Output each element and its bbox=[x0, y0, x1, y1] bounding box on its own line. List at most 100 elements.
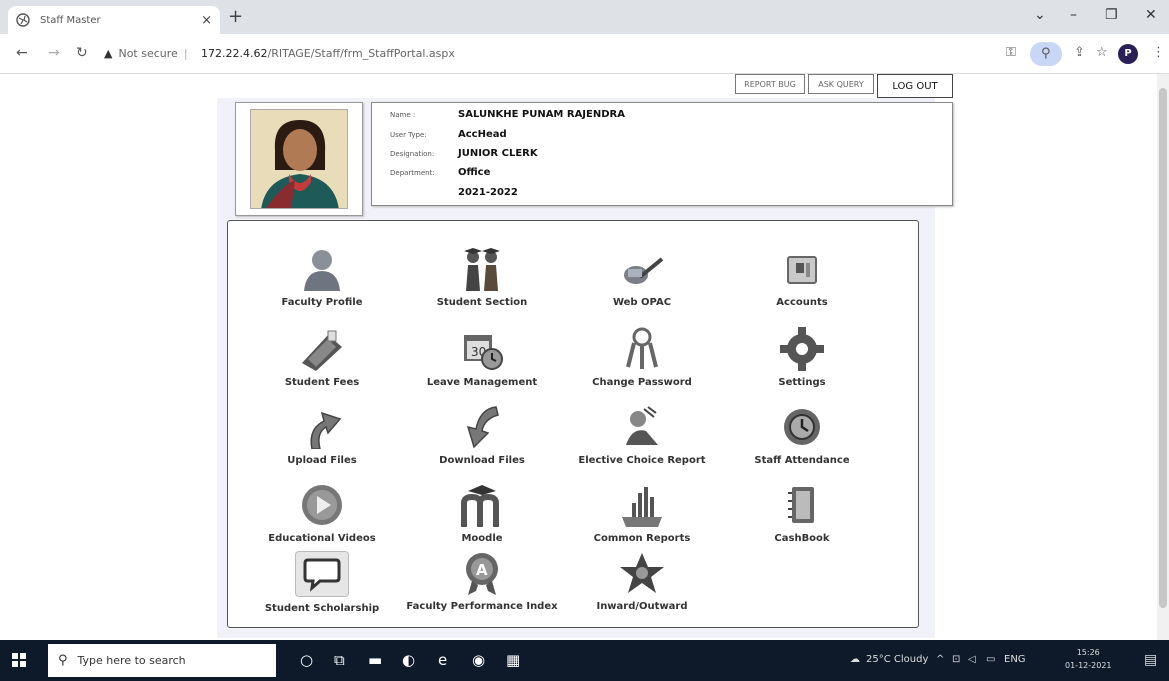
department-row: Department: Office bbox=[390, 167, 490, 178]
menu-label: Elective Choice Report bbox=[578, 455, 706, 466]
opac-icon bbox=[624, 257, 664, 284]
department-value: Office bbox=[458, 167, 491, 178]
menu-accounts[interactable]: Accounts bbox=[722, 247, 882, 321]
restore-icon[interactable]: ❐ bbox=[1105, 7, 1118, 23]
menu-label: Web OPAC bbox=[612, 297, 672, 308]
name-row: Name : SALUNKHE PUNAM RAJENDRA bbox=[390, 109, 625, 120]
menu-label: Inward/Outward bbox=[596, 601, 688, 612]
menu-settings[interactable]: Settings bbox=[722, 327, 882, 401]
url-path: /RITAGE/Staff/frm_StaffPortal.aspx bbox=[267, 47, 455, 60]
forward-arrow-icon[interactable]: → bbox=[48, 46, 60, 60]
students-icon bbox=[464, 248, 500, 291]
clock-time: 15:26 bbox=[1076, 648, 1100, 657]
minimize-icon[interactable]: – bbox=[1070, 7, 1077, 23]
cortana-icon[interactable]: ○ bbox=[300, 652, 313, 668]
scrollbar-thumb[interactable] bbox=[1159, 88, 1167, 608]
tray-chevron-icon[interactable]: ^ bbox=[936, 654, 944, 665]
ask-query-button[interactable]: ASK QUERY bbox=[808, 74, 874, 94]
menu-label: Leave Management bbox=[426, 377, 538, 388]
menu-change-password[interactable]: Change Password bbox=[562, 327, 722, 401]
menu-common-reports[interactable]: Common Reports bbox=[562, 483, 722, 557]
profile-info-box: Name : SALUNKHE PUNAM RAJENDRA User Type… bbox=[371, 102, 953, 206]
menu-elective-choice-report[interactable]: Elective Choice Report bbox=[562, 405, 722, 479]
report-bug-button[interactable]: REPORT BUG bbox=[735, 74, 805, 94]
academic-year-value: 2021-2022 bbox=[458, 187, 518, 198]
windows-start-icon[interactable] bbox=[12, 653, 26, 667]
tab-title: Staff Master bbox=[40, 14, 101, 26]
menu-label: Staff Attendance bbox=[754, 455, 850, 466]
menu-educational-videos[interactable]: Educational Videos bbox=[242, 483, 402, 557]
volume-icon[interactable]: ◁ bbox=[968, 654, 976, 665]
task-view-icon[interactable]: ⧉ bbox=[334, 652, 345, 668]
menu-label: Educational Videos bbox=[268, 533, 376, 544]
url-separator: | bbox=[183, 47, 188, 60]
security-indicator[interactable]: ▲ Not secure | bbox=[104, 47, 194, 60]
taskbar-clock[interactable]: 15:26 01-12-2021 bbox=[1065, 646, 1112, 672]
award-icon: A bbox=[466, 553, 498, 595]
menu-moodle[interactable]: Moodle bbox=[402, 483, 562, 557]
url-host: 172.22.4.62 bbox=[201, 47, 268, 60]
search-placeholder: Type here to search bbox=[77, 654, 186, 667]
browser-tabstrip: Staff Master × + ⌄ – ❐ ✕ bbox=[0, 0, 1169, 34]
taskbar-search[interactable]: ⚲ Type here to search bbox=[48, 644, 276, 677]
star-flower-icon bbox=[620, 553, 664, 593]
menu-cashbook[interactable]: CashBook bbox=[722, 483, 882, 557]
user-type-row: User Type: AccHead bbox=[390, 129, 507, 140]
menu-staff-attendance[interactable]: Staff Attendance bbox=[722, 405, 882, 479]
menu-inward-outward[interactable]: Inward/Outward bbox=[562, 551, 722, 625]
kebab-menu-icon[interactable]: ⋮ bbox=[1152, 45, 1165, 60]
menu-student-fees[interactable]: Student Fees bbox=[242, 327, 402, 401]
tab-close-icon[interactable]: × bbox=[201, 13, 212, 28]
weather-cloud-icon[interactable]: ☁ bbox=[850, 654, 860, 665]
menu-label: Upload Files bbox=[287, 455, 357, 466]
profile-avatar[interactable]: P bbox=[1118, 44, 1138, 64]
menu-upload-files[interactable]: Upload Files bbox=[242, 405, 402, 479]
bookmark-star-icon[interactable]: ☆ bbox=[1096, 45, 1108, 60]
edge-icon[interactable]: ◐ bbox=[402, 652, 415, 668]
store-icon[interactable]: ▦ bbox=[506, 652, 520, 668]
user-type-value: AccHead bbox=[458, 129, 507, 140]
chrome-icon[interactable]: ◉ bbox=[472, 652, 485, 668]
menu-label: Download Files bbox=[439, 455, 525, 466]
language-indicator[interactable]: ENG bbox=[1004, 654, 1026, 665]
menu-web-opac[interactable]: Web OPAC bbox=[562, 247, 722, 321]
designation-row: Designation: JUNIOR CLERK bbox=[390, 148, 538, 159]
new-tab-button[interactable]: + bbox=[228, 8, 243, 26]
menu-label: Common Reports bbox=[593, 533, 691, 544]
close-window-icon[interactable]: ✕ bbox=[1145, 7, 1157, 23]
profile-photo-frame bbox=[235, 102, 363, 216]
search-icon: ⚲ bbox=[58, 653, 68, 668]
address-bar[interactable]: 172.22.4.62/RITAGE/Staff/frm_StaffPortal… bbox=[201, 47, 455, 60]
key-icon[interactable]: ⚿ bbox=[1006, 45, 1016, 60]
share-icon[interactable]: ⇪ bbox=[1074, 45, 1085, 60]
elective-icon bbox=[626, 406, 658, 445]
menu-label: Student Scholarship bbox=[264, 603, 380, 614]
network-icon[interactable]: ⊡ bbox=[952, 654, 960, 665]
menu-faculty-profile[interactable]: Faculty Profile bbox=[242, 247, 402, 321]
menu-student-scholarship[interactable]: Student Scholarship bbox=[242, 551, 402, 625]
menu-student-section[interactable]: Student Section bbox=[402, 247, 562, 321]
weather-text[interactable]: 25°C Cloudy bbox=[866, 654, 928, 665]
reload-icon[interactable]: ↻ bbox=[76, 46, 88, 60]
name-value: SALUNKHE PUNAM RAJENDRA bbox=[458, 109, 625, 120]
browser-tab[interactable]: Staff Master × bbox=[8, 6, 220, 34]
profile-photo bbox=[250, 109, 348, 209]
notification-icon[interactable]: ▤ bbox=[1144, 652, 1157, 668]
accounts-icon bbox=[787, 256, 817, 284]
back-arrow-icon[interactable]: ← bbox=[16, 46, 28, 60]
menu-faculty-performance-index[interactable]: A Faculty Performance Index bbox=[402, 551, 562, 625]
menu-download-files[interactable]: Download Files bbox=[402, 405, 562, 479]
calendar-clock-icon: 30 bbox=[464, 335, 503, 370]
page-scrollbar[interactable] bbox=[1157, 74, 1169, 640]
logout-button[interactable]: LOG OUT bbox=[877, 74, 953, 98]
designation-label: Designation: bbox=[390, 149, 435, 158]
menu-label: CashBook bbox=[774, 533, 830, 544]
ie-icon[interactable]: e bbox=[438, 652, 447, 668]
fees-machine-icon bbox=[302, 330, 342, 371]
file-explorer-icon[interactable]: ▬ bbox=[368, 652, 382, 668]
speech-bubble-icon bbox=[303, 558, 341, 592]
battery-icon[interactable]: ▭ bbox=[986, 654, 995, 665]
menu-leave-management[interactable]: 30 Leave Management bbox=[402, 327, 562, 401]
tab-search-chevron-icon[interactable]: ⌄ bbox=[1034, 7, 1046, 23]
upload-arrow-icon bbox=[310, 411, 342, 449]
